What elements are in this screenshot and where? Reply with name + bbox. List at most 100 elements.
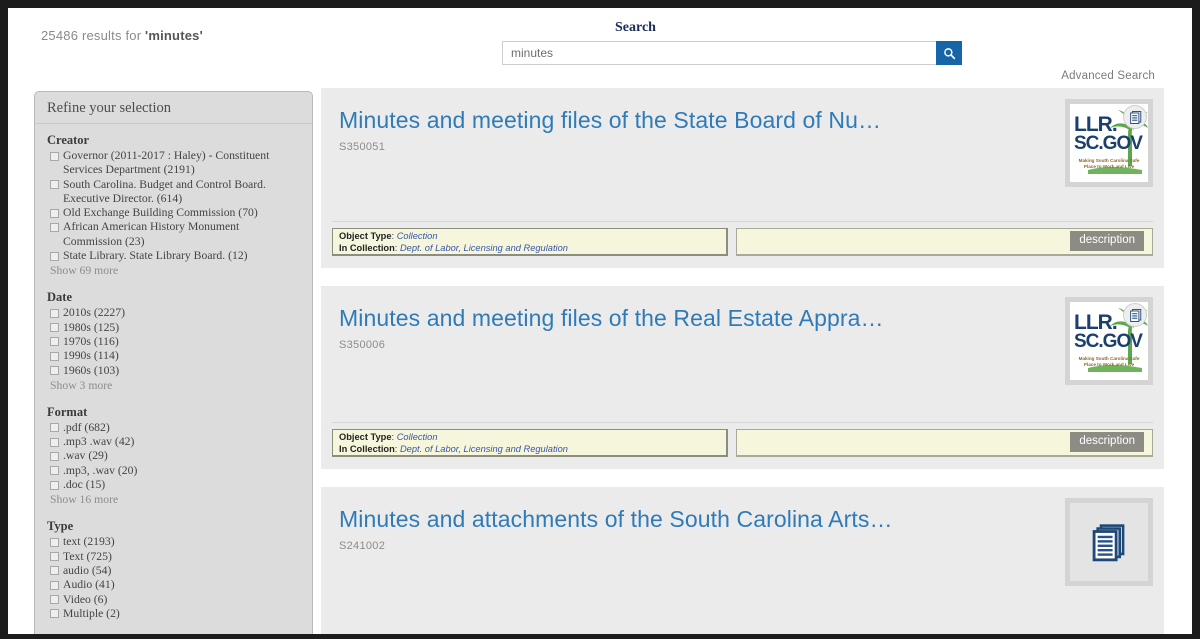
facet-checkbox[interactable] — [50, 552, 59, 562]
facet-item[interactable]: State Library. State Library Board. (12) — [47, 249, 312, 263]
page-body: Refine your selection Creator Governor (… — [8, 88, 1192, 634]
facet-item[interactable]: South Carolina. Budget and Control Board… — [47, 178, 312, 207]
facet-label: Text (725) — [63, 549, 112, 563]
facet-item[interactable]: 1990s (114) — [47, 349, 312, 363]
facet-label: Video (6) — [63, 592, 108, 606]
result-id: S241002 — [339, 540, 386, 552]
facet-checkbox[interactable] — [50, 351, 59, 361]
object-type-label: Object Type — [339, 231, 392, 241]
facet-checkbox[interactable] — [50, 151, 59, 161]
result-thumbnail[interactable] — [1065, 498, 1153, 586]
facet-checkbox[interactable] — [50, 323, 59, 333]
object-type-value: Collection — [396, 231, 438, 241]
search-form — [502, 41, 962, 65]
logo-line-2: SC.GOV — [1074, 331, 1143, 352]
facet-label: 1970s (116) — [63, 334, 119, 348]
facet-show-more[interactable]: Show 69 more — [47, 264, 312, 277]
in-collection-label: In Collection — [339, 443, 395, 454]
result-thumbnail[interactable]: LLR. SC.GOV Making South Carolina Safe P… — [1065, 99, 1153, 187]
result-meta-row: Object Type: Collection In Collection: D… — [332, 429, 1153, 457]
card-divider — [332, 422, 1153, 423]
facet-item[interactable]: .doc (15) — [47, 478, 312, 492]
facet-checkbox[interactable] — [50, 595, 59, 605]
logo-tagline: Making South Carolina Safe Place to Work… — [1078, 158, 1140, 169]
facet-item[interactable]: text (2193) — [47, 535, 312, 549]
description-button[interactable]: description — [1070, 231, 1144, 251]
facet-item[interactable]: Governor (2011-2017 : Haley) - Constitue… — [47, 149, 312, 178]
facet-item[interactable]: Text (725) — [47, 550, 312, 564]
facet-item[interactable]: Old Exchange Building Commission (70) — [47, 206, 312, 220]
documents-stack-icon — [1129, 110, 1141, 124]
facet-item[interactable]: .mp3, .wav (20) — [47, 464, 312, 478]
result-thumbnail[interactable]: LLR. SC.GOV Making South Carolina Safe P… — [1065, 297, 1153, 385]
documents-stack-icon — [1129, 308, 1141, 322]
in-collection-line: In Collection: Dept. of Labor, Licensing… — [339, 443, 568, 454]
facet-item[interactable]: African American History Monument Commis… — [47, 220, 312, 249]
facet-checkbox[interactable] — [50, 537, 59, 547]
facet-group-title: Format — [47, 404, 88, 419]
facet-item[interactable]: Video (6) — [47, 593, 312, 607]
facet-label: 2010s (2227) — [63, 306, 126, 320]
in-collection-value: Dept. of Labor, Licensing and Regulation — [399, 242, 568, 253]
facet-item[interactable]: audio (54) — [47, 564, 312, 578]
facet-label: 1990s (114) — [63, 349, 119, 363]
results-list: Minutes and meeting files of the State B… — [321, 88, 1164, 634]
facet-checkbox[interactable] — [50, 566, 59, 576]
advanced-search-link[interactable]: Advanced Search — [1061, 70, 1155, 82]
facet-label: .mp3, .wav (20) — [63, 463, 138, 477]
facet-label: text (2193) — [63, 535, 115, 549]
results-count: 25486 results for 'minutes' — [41, 28, 203, 43]
result-title-link[interactable]: Minutes and meeting files of the State B… — [321, 88, 1164, 134]
logo-tagline: Making South Carolina Safe Place to Work… — [1078, 356, 1140, 367]
results-query: 'minutes' — [145, 28, 203, 43]
search-button[interactable] — [936, 41, 962, 65]
search-label: Search — [615, 20, 656, 35]
result-card[interactable]: Minutes and meeting files of the Real Es… — [321, 286, 1164, 469]
facet-item[interactable]: Audio (41) — [47, 578, 312, 592]
page-header: 25486 results for 'minutes' Search Advan… — [8, 8, 1192, 88]
result-title-link[interactable]: Minutes and meeting files of the Real Es… — [321, 286, 1164, 332]
facet-label: Multiple (2) — [63, 606, 120, 620]
facet-checkbox[interactable] — [50, 251, 59, 261]
facet-checkbox[interactable] — [50, 609, 59, 619]
facet-group-creator: Creator Governor (2011-2017 : Haley) - C… — [35, 133, 312, 281]
facet-label: State Library. State Library Board. (12) — [63, 249, 248, 263]
facet-show-more[interactable]: Show 3 more — [47, 379, 312, 392]
object-type-label: Object Type — [339, 432, 392, 442]
facet-label: Governor (2011-2017 : Haley) - Constitue… — [63, 149, 270, 177]
result-actions: description — [736, 429, 1153, 457]
result-title-link[interactable]: Minutes and attachments of the South Car… — [321, 487, 1164, 533]
facet-item[interactable]: 1960s (103) — [47, 364, 312, 378]
facet-checkbox[interactable] — [50, 308, 59, 318]
description-button[interactable]: description — [1070, 432, 1144, 452]
facet-item[interactable]: .mp3 .wav (42) — [47, 435, 312, 449]
facet-checkbox[interactable] — [50, 222, 59, 232]
facet-label: .doc (15) — [63, 478, 106, 492]
in-collection-label: In Collection — [339, 242, 395, 253]
object-type-line: Object Type: Collection — [339, 432, 438, 442]
facet-label: South Carolina. Budget and Control Board… — [63, 177, 266, 205]
facet-checkbox[interactable] — [50, 366, 59, 376]
facet-checkbox[interactable] — [50, 337, 59, 347]
facet-item[interactable]: Multiple (2) — [47, 607, 312, 621]
facet-checkbox[interactable] — [50, 580, 59, 590]
result-card[interactable]: Minutes and meeting files of the State B… — [321, 88, 1164, 268]
facet-item[interactable]: 1980s (125) — [47, 321, 312, 335]
facet-checkbox[interactable] — [50, 180, 59, 190]
facet-item[interactable]: 1970s (116) — [47, 335, 312, 349]
facet-checkbox[interactable] — [50, 451, 59, 461]
facet-checkbox[interactable] — [50, 437, 59, 447]
result-actions: description — [736, 228, 1153, 256]
facet-item[interactable]: .pdf (682) — [47, 421, 312, 435]
result-card[interactable]: Minutes and attachments of the South Car… — [321, 487, 1164, 634]
facet-show-more[interactable]: Show 16 more — [47, 493, 312, 506]
facet-checkbox[interactable] — [50, 423, 59, 433]
documents-stack-icon — [1092, 524, 1125, 562]
facet-checkbox[interactable] — [50, 466, 59, 476]
search-input[interactable] — [502, 41, 936, 65]
facet-item[interactable]: 2010s (2227) — [47, 306, 312, 320]
facet-item[interactable]: .wav (29) — [47, 449, 312, 463]
facet-checkbox[interactable] — [50, 208, 59, 218]
badge-wrap — [1123, 303, 1147, 327]
facet-checkbox[interactable] — [50, 480, 59, 490]
